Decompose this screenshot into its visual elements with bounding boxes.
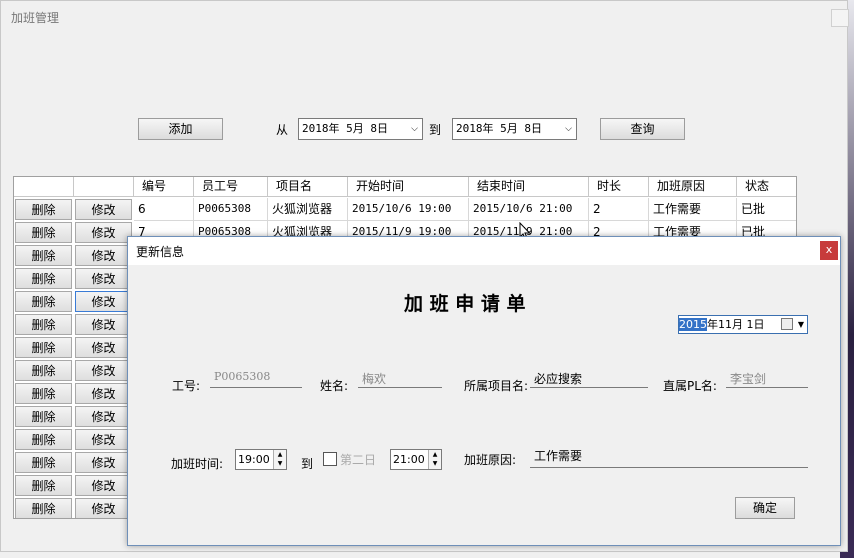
chevron-down-icon[interactable]: ⌵ bbox=[565, 119, 572, 139]
edit-button[interactable]: 修改 bbox=[75, 268, 132, 289]
edit-button[interactable]: 修改 bbox=[75, 314, 132, 335]
header-id[interactable]: 编号 bbox=[134, 177, 194, 197]
table-cell[interactable]: 工作需要 bbox=[649, 198, 737, 221]
chevron-down-icon[interactable]: ⌵ bbox=[411, 119, 418, 139]
edit-button[interactable]: 修改 bbox=[75, 337, 132, 358]
header-end-time[interactable]: 结束时间 bbox=[469, 177, 589, 197]
calendar-icon[interactable] bbox=[781, 318, 793, 330]
date-from-picker[interactable]: 2018年 5月 8日 ⌵ bbox=[298, 118, 423, 140]
header-project[interactable]: 项目名 bbox=[268, 177, 348, 197]
edit-button[interactable]: 修改 bbox=[75, 383, 132, 404]
table-cell[interactable]: 已批 bbox=[737, 198, 796, 221]
header-status[interactable]: 状态 bbox=[737, 177, 796, 197]
edit-button[interactable]: 修改 bbox=[75, 429, 132, 450]
header-edit-col bbox=[74, 177, 134, 197]
end-time-value: 21:00 bbox=[393, 453, 425, 466]
query-button[interactable]: 查询 bbox=[600, 118, 685, 140]
chevron-down-icon[interactable]: ▼ bbox=[798, 316, 804, 333]
table-cell[interactable]: 2 bbox=[589, 198, 649, 221]
table-cell[interactable]: 火狐浏览器 bbox=[268, 198, 348, 221]
add-button[interactable]: 添加 bbox=[138, 118, 223, 140]
close-icon[interactable]: x bbox=[820, 241, 838, 260]
apply-date-picker[interactable]: 2015年11月 1日 ▼ bbox=[678, 315, 808, 334]
window-close-button[interactable] bbox=[831, 9, 849, 27]
delete-button[interactable]: 删除 bbox=[15, 199, 72, 220]
delete-button[interactable]: 删除 bbox=[15, 222, 72, 243]
from-label: 从 bbox=[276, 123, 289, 137]
date-to-picker[interactable]: 2018年 5月 8日 ⌵ bbox=[452, 118, 577, 140]
date-year-selected: 2015 bbox=[679, 318, 707, 331]
edit-button[interactable]: 修改 bbox=[75, 475, 132, 496]
delete-button[interactable]: 删除 bbox=[15, 383, 72, 404]
edit-button[interactable]: 修改 bbox=[75, 199, 132, 220]
dialog-title: 更新信息 bbox=[136, 245, 185, 259]
delete-button[interactable]: 删除 bbox=[15, 429, 72, 450]
name-field[interactable]: 梅欢 bbox=[358, 370, 442, 388]
table-cell[interactable]: P0065308 bbox=[194, 198, 268, 221]
form-heading: 加 班 申 请 单 bbox=[404, 293, 526, 315]
delete-button[interactable]: 删除 bbox=[15, 452, 72, 473]
window-title: 加班管理 bbox=[11, 11, 60, 25]
edit-button[interactable]: 修改 bbox=[75, 452, 132, 473]
date-from-value: 2018年 5月 8日 bbox=[302, 122, 388, 135]
end-time-spinner[interactable]: 21:00 ▲ ▼ bbox=[390, 449, 442, 470]
delete-button[interactable]: 删除 bbox=[15, 291, 72, 312]
delete-button[interactable]: 删除 bbox=[15, 406, 72, 427]
delete-button[interactable]: 删除 bbox=[15, 268, 72, 289]
pl-name-label: 直属PL名: bbox=[663, 379, 717, 393]
table-cell[interactable]: 6 bbox=[134, 198, 194, 221]
pl-name-field[interactable]: 李宝剑 bbox=[726, 370, 808, 388]
reason-label: 加班原因: bbox=[464, 453, 517, 467]
delete-button[interactable]: 删除 bbox=[15, 245, 72, 266]
date-rest: 年11月 1日 bbox=[707, 318, 765, 331]
time-to-label: 到 bbox=[301, 457, 314, 471]
header-emp-no[interactable]: 员工号 bbox=[194, 177, 268, 197]
table-cell[interactable]: 2015/10/6 21:00 bbox=[469, 198, 589, 221]
next-day-label: 第二日 bbox=[340, 453, 377, 467]
to-label: 到 bbox=[429, 123, 442, 137]
edit-button[interactable]: 修改 bbox=[75, 222, 132, 243]
dialog-titlebar[interactable]: 更新信息 x bbox=[128, 237, 840, 265]
delete-button[interactable]: 删除 bbox=[15, 314, 72, 335]
delete-button[interactable]: 删除 bbox=[15, 337, 72, 358]
delete-button[interactable]: 删除 bbox=[15, 498, 72, 518]
start-time-spinner[interactable]: 19:00 ▲ ▼ bbox=[235, 449, 287, 470]
table-cell[interactable]: 2015/10/6 19:00 bbox=[348, 198, 469, 221]
confirm-button[interactable]: 确定 bbox=[735, 497, 795, 519]
name-label: 姓名: bbox=[320, 379, 349, 393]
header-delete-col bbox=[14, 177, 74, 197]
header-start-time[interactable]: 开始时间 bbox=[348, 177, 469, 197]
edit-button[interactable]: 修改 bbox=[75, 406, 132, 427]
project-field[interactable]: 必应搜索 bbox=[530, 370, 648, 388]
emp-no-field[interactable]: P0065308 bbox=[210, 370, 302, 388]
spinner-arrows-icon[interactable]: ▲ ▼ bbox=[273, 450, 286, 469]
edit-button[interactable]: 修改 bbox=[75, 360, 132, 381]
edit-button[interactable]: 修改 bbox=[75, 245, 132, 266]
edit-button[interactable]: 修改 bbox=[75, 498, 132, 518]
reason-field[interactable]: 工作需要 bbox=[530, 447, 808, 468]
emp-no-label: 工号: bbox=[172, 379, 201, 393]
date-to-value: 2018年 5月 8日 bbox=[456, 122, 542, 135]
ot-time-label: 加班时间: bbox=[171, 457, 224, 471]
next-day-checkbox[interactable] bbox=[323, 452, 337, 466]
update-info-dialog: 更新信息 x 加 班 申 请 单 2015年11月 1日 ▼ 工号: P0065… bbox=[127, 236, 841, 546]
spinner-arrows-icon[interactable]: ▲ ▼ bbox=[428, 450, 441, 469]
delete-button[interactable]: 删除 bbox=[15, 475, 72, 496]
start-time-value: 19:00 bbox=[238, 453, 270, 466]
project-label: 所属项目名: bbox=[464, 379, 529, 393]
delete-button[interactable]: 删除 bbox=[15, 360, 72, 381]
header-reason[interactable]: 加班原因 bbox=[649, 177, 737, 197]
edit-button[interactable]: 修改 bbox=[75, 291, 132, 312]
header-duration[interactable]: 时长 bbox=[589, 177, 649, 197]
